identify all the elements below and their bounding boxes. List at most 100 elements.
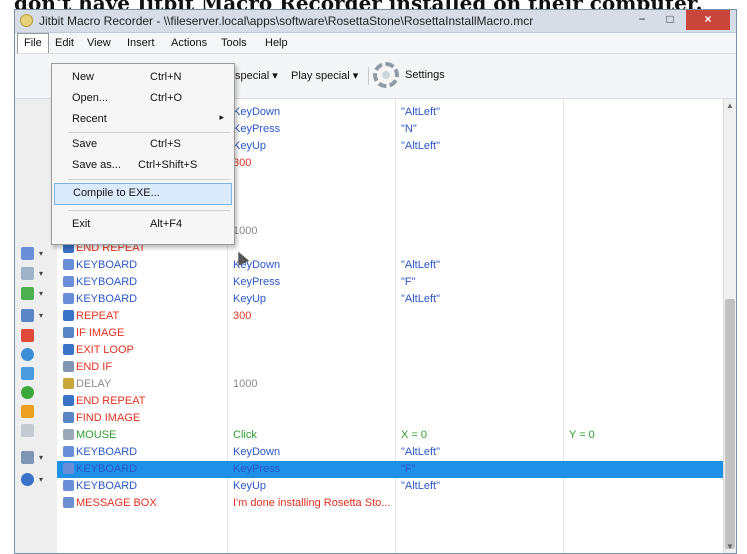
menu-item-recent[interactable]: Recent ▸	[54, 110, 232, 130]
maximize-button[interactable]: □	[656, 10, 684, 30]
menu-item-save[interactable]: Save Ctrl+S	[54, 135, 232, 155]
table-row[interactable]: KEYBOARD KeyDown "AltLeft"	[57, 257, 724, 274]
command-icon	[63, 378, 74, 389]
play-command-icon[interactable]	[21, 405, 34, 418]
command-cell: KEYBOARD	[63, 480, 223, 492]
menu-edit[interactable]: Edit	[49, 33, 80, 53]
menu-separator	[68, 210, 230, 211]
menu-item-save-as[interactable]: Save as... Ctrl+Shift+S	[54, 156, 232, 176]
title-bar: Jitbit Macro Recorder - \\fileserver.loc…	[15, 10, 736, 33]
parameter-cell: "F"	[401, 463, 416, 475]
command-icon	[63, 310, 74, 321]
command-icon	[63, 344, 74, 355]
scroll-thumb[interactable]	[725, 299, 735, 549]
gear-icon[interactable]	[373, 62, 399, 88]
if-command-icon[interactable]	[21, 451, 34, 464]
menu-item-exit[interactable]: Exit Alt+F4	[54, 215, 232, 235]
menu-view[interactable]: View	[81, 33, 117, 53]
command-icon	[63, 259, 74, 270]
info-command-icon[interactable]	[21, 367, 34, 380]
pencil-command-icon[interactable]	[21, 287, 34, 300]
table-row[interactable]: FIND IMAGE	[57, 410, 724, 427]
parameter-cell: KeyDown	[233, 446, 281, 458]
menu-insert[interactable]: Insert	[121, 33, 161, 53]
table-row[interactable]: MESSAGE BOX I'm done installing Rosetta S…	[57, 495, 724, 512]
table-row[interactable]: DELAY 1000	[57, 376, 724, 393]
scroll-down-icon[interactable]: ▼	[724, 542, 736, 551]
vertical-scrollbar[interactable]: ▲ ▼	[723, 99, 736, 553]
app-icon	[20, 14, 33, 27]
globe-command-icon[interactable]	[21, 348, 34, 361]
command-label: KEYBOARD	[76, 480, 138, 492]
stop-command-icon[interactable]	[21, 329, 34, 342]
chevron-down-icon[interactable]: ▾	[39, 269, 43, 278]
parameter-cell: 300	[233, 157, 252, 169]
menu-item-compile-to-exe[interactable]: Compile to EXE...	[54, 183, 232, 205]
table-row[interactable]: IF IMAGE	[57, 325, 724, 342]
parameter-cell: KeyUp	[233, 480, 267, 492]
table-row[interactable]: MOUSE Click X = 0 Y = 0	[57, 427, 724, 444]
command-cell: KEYBOARD	[63, 446, 223, 458]
menu-item-shortcut: Alt+F4	[150, 218, 183, 230]
settings-button[interactable]: Settings	[405, 69, 445, 81]
command-cell: KEYBOARD	[63, 259, 223, 271]
play-special-button[interactable]: Play special ▾	[291, 69, 358, 82]
table-row[interactable]: REPEAT 300	[57, 308, 724, 325]
image-command-icon[interactable]	[21, 309, 34, 322]
menu-item-label: Exit	[72, 218, 91, 230]
command-cell: KEYBOARD	[63, 276, 223, 288]
command-cell: KEYBOARD	[63, 463, 223, 475]
parameter-cell: X = 0	[401, 429, 427, 441]
chevron-down-icon[interactable]: ▾	[39, 249, 43, 258]
table-row[interactable]: END REPEAT	[57, 393, 724, 410]
menu-bar: File Edit View Insert Actions Tools Help	[15, 33, 736, 54]
command-icon	[63, 327, 74, 338]
chevron-down-icon[interactable]: ▾	[39, 475, 43, 484]
command-label: DELAY	[76, 378, 112, 390]
chevron-down-icon[interactable]: ▾	[39, 311, 43, 320]
window-small-command-icon[interactable]	[21, 424, 34, 437]
command-icon	[63, 361, 74, 372]
command-icon	[63, 395, 74, 406]
parameter-cell: KeyPress	[233, 276, 281, 288]
chevron-down-icon[interactable]: ▾	[39, 453, 43, 462]
command-label: KEYBOARD	[76, 259, 138, 271]
keyboard-command-icon[interactable]	[21, 247, 34, 260]
parameter-cell: 1000	[233, 225, 258, 237]
table-row[interactable]: EXIT LOOP	[57, 342, 724, 359]
table-row[interactable]: KEYBOARD KeyUp "AltLeft"	[57, 291, 724, 308]
command-cell: END IF	[63, 361, 223, 373]
menu-separator	[68, 179, 230, 180]
menu-file[interactable]: File	[17, 33, 49, 53]
close-button[interactable]: ×	[686, 10, 730, 30]
command-label: END REPEAT	[76, 395, 146, 407]
minimize-button[interactable]: −	[628, 10, 656, 30]
command-cell: END REPEAT	[63, 395, 223, 407]
scroll-up-icon[interactable]: ▲	[724, 101, 736, 110]
app-window: Jitbit Macro Recorder - \\fileserver.loc…	[14, 9, 737, 554]
menu-item-new[interactable]: New Ctrl+N	[54, 68, 232, 88]
table-row[interactable]: KEYBOARD KeyDown "AltLeft"	[57, 444, 724, 461]
menu-item-open[interactable]: Open... Ctrl+O	[54, 89, 232, 109]
menu-separator	[68, 132, 230, 133]
command-icon	[63, 463, 74, 474]
parameter-cell: Y = 0	[569, 429, 595, 441]
chevron-down-icon[interactable]: ▾	[39, 289, 43, 298]
green-circle-command-icon[interactable]	[21, 386, 34, 399]
command-icon	[63, 293, 74, 304]
menu-item-label: New	[72, 71, 95, 83]
parameter-cell: "N"	[401, 123, 417, 135]
table-row[interactable]: KEYBOARD KeyUp "AltLeft"	[57, 478, 724, 495]
menu-tools[interactable]: Tools	[215, 33, 253, 53]
menu-actions[interactable]: Actions	[165, 33, 213, 53]
command-cell: EXIT LOOP	[63, 344, 223, 356]
command-icon	[63, 429, 74, 440]
menu-help[interactable]: Help	[259, 33, 294, 53]
table-row[interactable]: KEYBOARD KeyPress "F"	[57, 461, 724, 478]
window-command-icon[interactable]	[21, 267, 34, 280]
table-row[interactable]: KEYBOARD KeyPress "F"	[57, 274, 724, 291]
command-cell: REPEAT	[63, 310, 223, 322]
repeat-command-icon[interactable]	[21, 473, 34, 486]
table-row[interactable]: END IF	[57, 359, 724, 376]
command-label: KEYBOARD	[76, 293, 138, 305]
